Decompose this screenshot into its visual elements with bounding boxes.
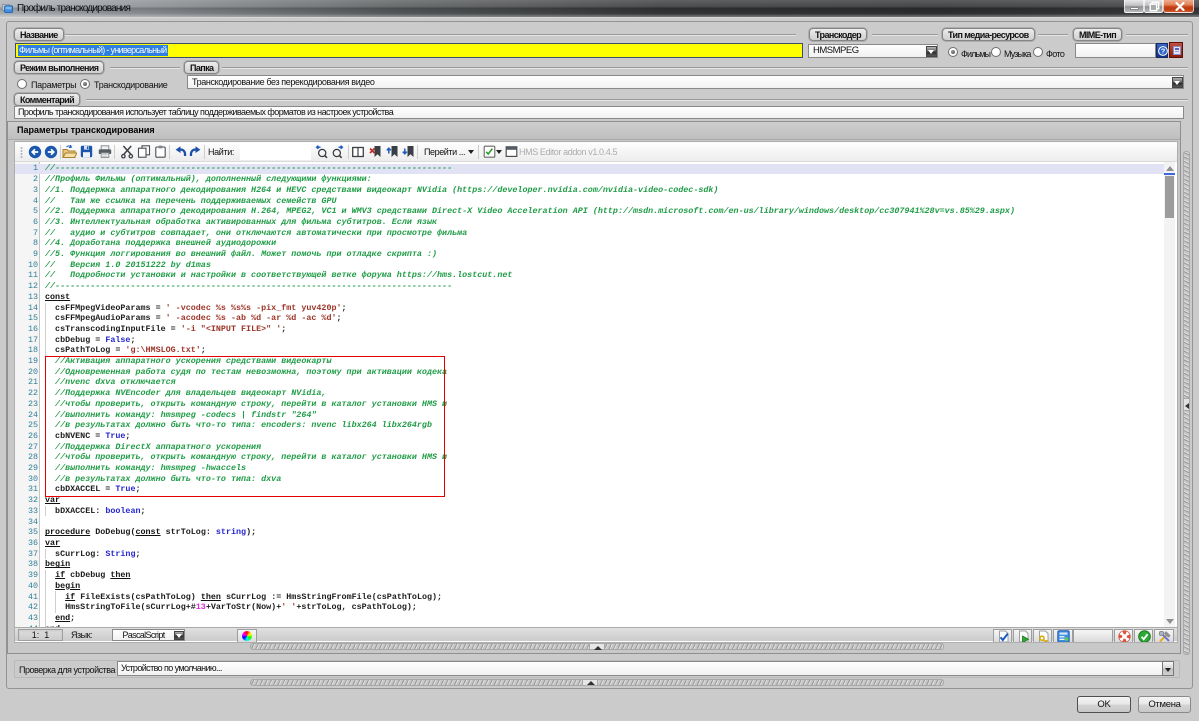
- svg-text:?: ?: [1160, 47, 1165, 56]
